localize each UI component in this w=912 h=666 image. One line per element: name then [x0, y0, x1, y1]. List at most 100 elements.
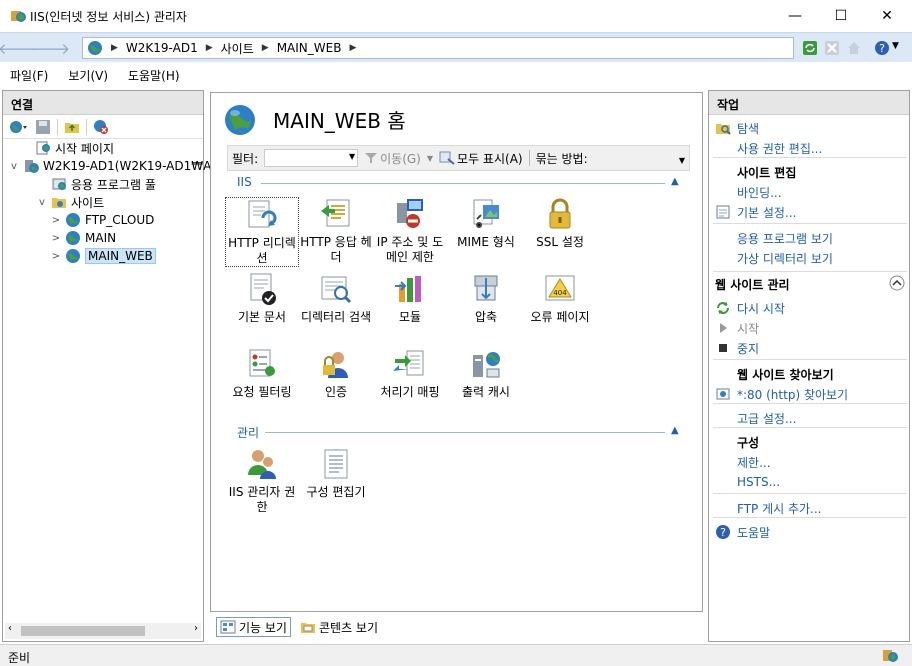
home-icon[interactable] [846, 40, 862, 56]
chevron-down-icon[interactable]: ▼ [349, 152, 355, 161]
address-path[interactable]: ▶ W2K19-AD1 ▶ 사이트 ▶ MAIN_WEB ▶ [82, 37, 794, 59]
iis-manager-icon [11, 11, 26, 22]
menu-help[interactable]: 도움말(H) [128, 67, 180, 84]
collapse-mgmt-icon[interactable]: ▲ [671, 425, 679, 436]
group-by-label[interactable]: 묶는 방법: [536, 150, 588, 167]
help-icon[interactable]: ? [874, 40, 890, 56]
feature-ip-domain-restrictions[interactable]: IP 주소 및 도메인 제한 [373, 197, 447, 265]
feature-http-redirect[interactable]: HTTP 리디렉션 [225, 197, 299, 267]
maximize-button[interactable]: ☐ [818, 0, 864, 32]
funnel-icon [365, 153, 378, 163]
configuration-editor-icon [319, 447, 353, 481]
feature-directory-browsing[interactable]: 디렉터리 검색 [299, 272, 373, 325]
feature-modules[interactable]: 모듈 [373, 272, 447, 325]
go-dropdown-icon[interactable]: ▼ [427, 154, 433, 163]
action-stop[interactable]: 중지 [715, 339, 759, 357]
up-folder-icon[interactable] [64, 119, 80, 135]
connection-status-icon [883, 650, 898, 662]
menu-view[interactable]: 보기(V) [68, 67, 108, 84]
action-item[interactable]: FTP 게시 추가... [715, 499, 822, 517]
explore-icon [715, 120, 731, 136]
action-label: FTP 게시 추가... [737, 501, 822, 516]
action-item[interactable]: 제한... [715, 453, 771, 471]
forward-button[interactable]: 🡒 [30, 36, 70, 60]
tree-node[interactable]: v W2K19-AD1(W2K19-AD1₩A [9, 157, 211, 175]
help-dropdown-icon[interactable]: ▼ [892, 41, 899, 51]
tab-content-view[interactable]: 콘텐츠 보기 [297, 617, 381, 637]
scrollbar-thumb[interactable] [21, 626, 145, 636]
horizontal-scrollbar[interactable]: ‹ › [5, 623, 201, 639]
minimize-button[interactable]: — [772, 0, 818, 32]
tree-node[interactable]: v 사이트 [37, 193, 104, 211]
http-redirect-icon [245, 198, 279, 232]
tab-features-view[interactable]: 기능 보기 [216, 617, 291, 637]
feature-mime-types[interactable]: MIME 형식 [449, 197, 523, 250]
action-item[interactable]: 고급 설정... [715, 409, 796, 427]
feature-http-response-headers[interactable]: HTTP 응답 헤더 [299, 197, 373, 265]
action-start[interactable]: 시작 [715, 319, 759, 337]
action-item[interactable]: 가상 디렉터리 보기 [715, 249, 833, 267]
group-by-dropdown-icon[interactable]: ▼ [679, 156, 685, 165]
error-pages-icon: 404 [543, 272, 577, 306]
back-button[interactable]: 🡐 [0, 36, 38, 60]
expand-down-icon[interactable]: v [37, 197, 47, 208]
expand-right-icon[interactable]: > [51, 233, 61, 244]
address-crumb-site[interactable]: MAIN_WEB [277, 41, 342, 55]
feature-authentication[interactable]: 인증 [299, 347, 373, 400]
feature-iis-manager-permissions[interactable]: IIS 관리자 권한 [225, 447, 299, 515]
action-browse[interactable]: *:80 (http) 찾아보기 [715, 385, 848, 403]
action-item[interactable]: 사용 권한 편집... [715, 139, 822, 157]
stop-loading-icon[interactable] [824, 40, 840, 56]
action-label: HSTS... [737, 475, 781, 489]
expand-down-icon[interactable]: v [9, 161, 19, 172]
tree-node-label: FTP_CLOUD [85, 213, 155, 227]
tree-node[interactable]: 응용 프로그램 풀 [37, 175, 156, 193]
action-item[interactable]: HSTS... [715, 473, 780, 491]
sites-folder-icon [51, 194, 67, 210]
feature-handler-mappings[interactable]: 처리기 매핑 [373, 347, 447, 400]
address-crumb-sites[interactable]: 사이트 [221, 40, 254, 57]
feature-error-pages[interactable]: 404 오류 페이지 [523, 272, 597, 325]
show-all-button[interactable]: 모두 표시(A) [439, 150, 523, 167]
action-restart[interactable]: 다시 시작 [715, 299, 785, 317]
filter-input[interactable]: ▼ [264, 149, 359, 167]
icon-spacer [715, 140, 731, 156]
filter-divider [528, 150, 530, 166]
tree-node[interactable]: > MAIN [51, 229, 116, 247]
feature-configuration-editor[interactable]: 구성 편집기 [299, 447, 373, 500]
menu-file[interactable]: 파일(F) [10, 67, 48, 84]
feature-label: 출력 캐시 [462, 385, 510, 399]
tree-node-label: MAIN_WEB [85, 248, 156, 264]
feature-default-document[interactable]: 기본 문서 [225, 272, 299, 325]
expand-right-icon[interactable]: > [51, 215, 61, 226]
save-icon[interactable] [35, 119, 51, 135]
expand-right-icon[interactable]: > [51, 251, 61, 262]
tree-node[interactable]: > MAIN_WEB [51, 247, 156, 265]
feature-compression[interactable]: 압축 [449, 272, 523, 325]
action-label: 웹 사이트 찾아보기 [737, 367, 834, 382]
action-collapse[interactable]: 웹 사이트 관리 [715, 275, 905, 293]
action-help[interactable]: ? 도움말 [715, 523, 770, 541]
action-explore[interactable]: 탐색 [715, 119, 759, 137]
feature-ssl-lock[interactable]: SSL 설정 [523, 197, 597, 250]
go-button[interactable]: 이동(G) [364, 150, 421, 167]
connect-globe-icon[interactable] [9, 119, 29, 135]
action-item[interactable]: 바인딩... [715, 183, 782, 201]
go-label: 이동(G) [380, 151, 421, 166]
feature-output-caching[interactable]: 출력 캐시 [449, 347, 523, 400]
address-crumb-sep: ▶ [111, 43, 118, 53]
disconnect-icon[interactable] [93, 119, 109, 135]
scroll-left-icon[interactable]: ‹ [8, 623, 12, 634]
refresh-icon[interactable] [802, 40, 818, 56]
action-basic-settings[interactable]: 기본 설정... [715, 203, 796, 221]
address-crumb-server[interactable]: W2K19-AD1 [126, 41, 198, 55]
close-button[interactable]: ✕ [864, 0, 910, 32]
tree-node[interactable]: > FTP_CLOUD [51, 211, 154, 229]
tree-node[interactable]: 시작 페이지 [21, 139, 114, 157]
group-mgmt-divider [265, 432, 665, 433]
scroll-right-icon[interactable]: › [194, 623, 198, 634]
feature-request-filtering[interactable]: 요청 필터링 [225, 347, 299, 400]
action-item[interactable]: 응용 프로그램 보기 [715, 229, 833, 247]
collapse-iis-icon[interactable]: ▲ [671, 176, 679, 187]
collapse-icon[interactable] [889, 275, 905, 294]
